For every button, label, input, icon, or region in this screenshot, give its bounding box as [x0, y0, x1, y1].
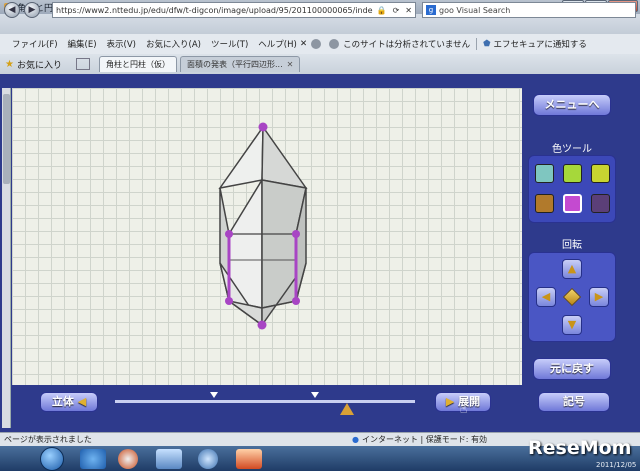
vertex-bottom — [257, 320, 267, 330]
arrow-left-icon: ◀ — [77, 395, 87, 408]
goo-search-icon: g — [426, 5, 436, 15]
menu-file[interactable]: ファイル(F) — [12, 38, 58, 50]
prism-faces — [218, 124, 308, 328]
security-notify-link[interactable]: エフセキュアに通知する — [494, 38, 587, 50]
back-button[interactable]: ◀ — [4, 2, 20, 18]
wifi-icon — [311, 39, 322, 49]
cube-center-icon[interactable] — [562, 287, 582, 307]
lock-icon[interactable]: 🔒 — [374, 6, 390, 15]
search-box[interactable]: g goo Visual Search — [422, 2, 636, 18]
url-field[interactable]: https://www2.nttedu.jp/edu/dfw/t-digcon/… — [52, 2, 416, 18]
tray-date: 2011/12/05 — [596, 461, 637, 469]
rotate-right-button[interactable]: ▶ — [589, 287, 609, 307]
rotate-down-button[interactable]: ▼ — [562, 315, 582, 335]
slider-tick-marker — [311, 392, 319, 398]
ie-taskbar-icon[interactable] — [80, 449, 106, 469]
vertex-right-upper — [292, 230, 300, 238]
status-text: ページが表示されました — [4, 435, 92, 444]
menu-help[interactable]: ヘルプ(H) — [258, 38, 297, 50]
solid-button[interactable]: 立体 ◀ — [40, 392, 98, 412]
tab-label: 角柱と円柱（仮） — [105, 60, 170, 69]
menu-tools[interactable]: ツール(T) — [211, 38, 248, 50]
vertex-right-lower — [292, 297, 300, 305]
media-player-icon[interactable] — [118, 449, 138, 469]
color-swatch[interactable] — [535, 194, 554, 213]
favorites-bar: ★ お気に入り 角柱と円柱（仮） 面積の発表（平行四辺形... ✕ — [0, 54, 640, 74]
menu-favorites[interactable]: お気に入り(A) — [146, 38, 201, 50]
solid-label: 立体 — [51, 395, 74, 408]
color-swatch[interactable] — [591, 164, 610, 183]
url-text: https://www2.nttedu.jp/edu/dfw/t-digcon/… — [56, 5, 373, 15]
tab-prism-cylinder[interactable]: 角柱と円柱（仮） — [98, 56, 177, 72]
vertex-left-lower — [225, 297, 233, 305]
status-zone: ● インターネット | 保護モード: 有効 — [352, 432, 487, 446]
globe-icon: ● — [352, 434, 359, 444]
quick-tabs-icon[interactable] — [75, 58, 90, 70]
tab-close-icon[interactable]: ✕ — [287, 60, 294, 69]
tab-area-presentation[interactable]: 面積の発表（平行四辺形... ✕ — [179, 56, 301, 72]
prism-figure[interactable] — [12, 88, 522, 385]
separator — [476, 38, 478, 50]
resemom-watermark: ReseMom — [528, 437, 632, 459]
browser-icon[interactable] — [198, 449, 218, 469]
stop-icon[interactable]: ✕ — [402, 6, 415, 15]
tab-label: 面積の発表（平行四辺形... — [186, 60, 283, 69]
menu-button[interactable]: メニューへ — [533, 94, 611, 116]
shield-icon: ⬟ — [483, 39, 491, 49]
security-toolbar: ✕ このサイトは分析されていません ⬟ エフセキュアに通知する — [300, 34, 587, 54]
slider-tick-marker — [210, 392, 218, 398]
menu-edit[interactable]: 編集(E) — [68, 38, 97, 50]
color-swatch[interactable] — [563, 164, 582, 183]
rotation-label: 回転 — [562, 240, 582, 251]
vertex-top — [258, 122, 268, 132]
rotate-left-button[interactable]: ◀ — [536, 287, 556, 307]
search-engine-label: goo Visual Search — [439, 5, 511, 15]
start-button[interactable] — [40, 447, 64, 471]
security-status-icon — [329, 39, 340, 49]
rotation-pad: ▲ ◀ ▶ ▼ — [528, 252, 616, 342]
zone-text[interactable]: インターネット | 保護モード: 有効 — [362, 434, 487, 445]
scrollbar-thumb[interactable] — [3, 94, 10, 184]
refresh-icon[interactable]: ⟳ — [390, 6, 403, 15]
unfold-slider-track[interactable] — [115, 400, 415, 403]
color-swatch-selected[interactable] — [563, 194, 582, 213]
explorer-icon[interactable] — [156, 449, 182, 469]
color-palette — [528, 155, 616, 223]
color-swatch[interactable] — [591, 194, 610, 213]
menu-view[interactable]: 表示(V) — [107, 38, 136, 50]
forward-button[interactable]: ▶ — [24, 2, 40, 18]
security-warning-text[interactable]: このサイトは分析されていません — [343, 38, 470, 50]
reset-button[interactable]: 元に戻す — [533, 358, 611, 380]
play-icon: ▶ — [445, 395, 455, 408]
rotate-up-button[interactable]: ▲ — [562, 259, 582, 279]
powerpoint-icon[interactable] — [236, 449, 262, 469]
favorites-label[interactable]: お気に入り — [17, 58, 62, 71]
favorites-star-icon[interactable]: ★ — [5, 59, 14, 70]
color-tool-label: 色ツール — [552, 144, 592, 155]
vertex-left-upper — [225, 230, 233, 238]
hand-cursor-icon: ☝ — [460, 402, 468, 416]
color-swatch[interactable] — [535, 164, 554, 183]
unfold-slider-handle[interactable] — [340, 403, 354, 415]
close-icon[interactable]: ✕ — [300, 39, 307, 49]
symbol-button[interactable]: 記号 — [538, 392, 610, 412]
